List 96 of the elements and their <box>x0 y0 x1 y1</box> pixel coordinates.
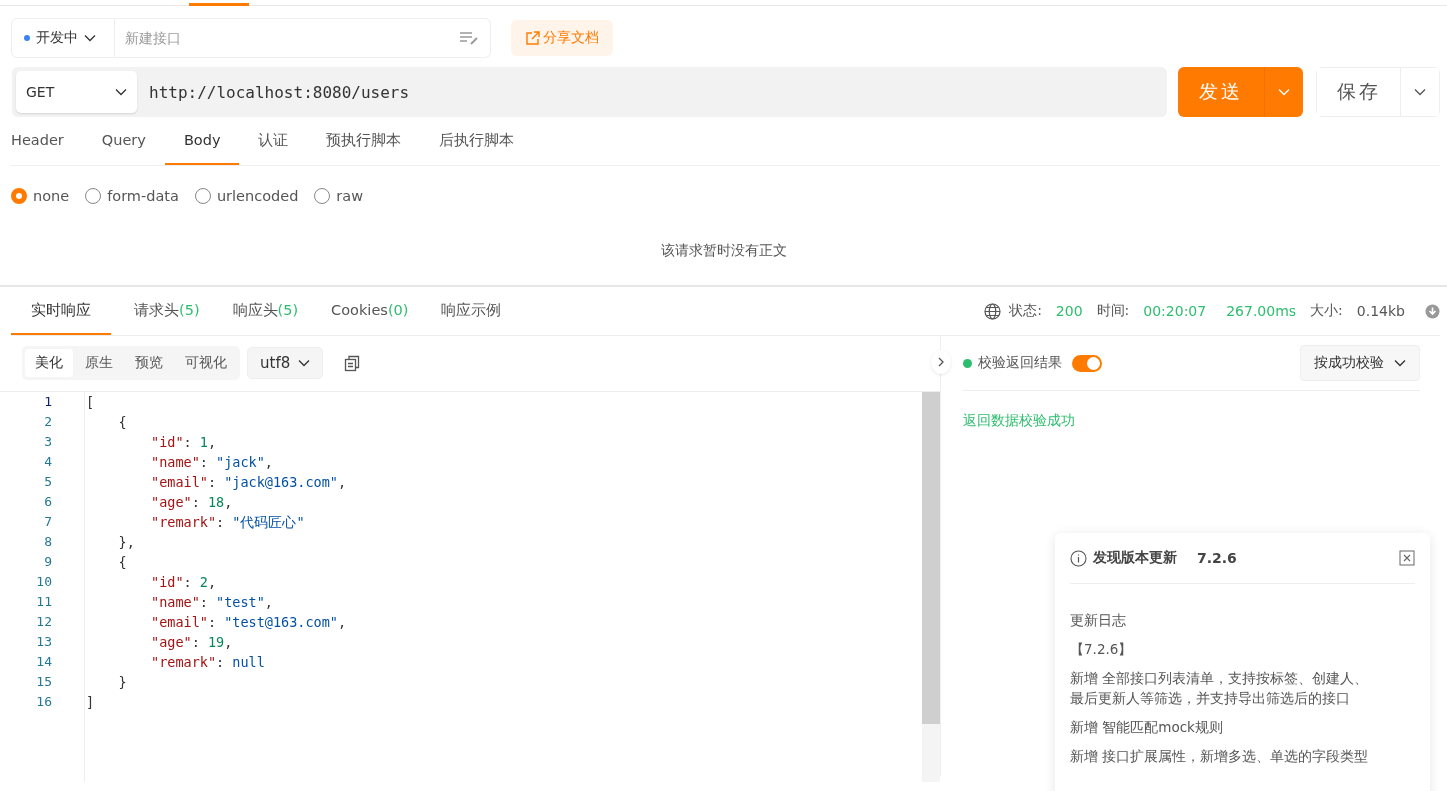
code-line: "email": "jack@163.com", <box>150 473 347 492</box>
code-line: }, <box>117 533 135 552</box>
encoding-select[interactable]: utf8 <box>247 347 324 379</box>
time-label: 时间: <box>1096 302 1130 320</box>
method-select[interactable]: GET <box>16 71 137 113</box>
code-line: "id": 1, <box>150 433 217 452</box>
code-line: "email": "test@163.com", <box>150 613 347 632</box>
notification-title: 发现版本更新 <box>1093 549 1177 567</box>
code-line: } <box>117 673 127 692</box>
validation-toggle[interactable] <box>1072 354 1102 372</box>
line-number: 3 <box>43 433 52 451</box>
code-line: "age": 18, <box>150 493 233 512</box>
api-name-field[interactable]: 新建接口 <box>115 18 491 58</box>
body-type-radio[interactable]: urlencoded <box>194 188 299 204</box>
line-number: 12 <box>35 613 52 631</box>
size-label: 大小: <box>1310 302 1343 320</box>
time-value: 00:20:07 <box>1143 303 1207 319</box>
view-mode-tab[interactable]: 美化 <box>25 349 73 377</box>
view-mode-tab[interactable]: 预览 <box>125 349 173 377</box>
code-line: [ <box>85 393 95 412</box>
caret-icon <box>84 34 96 42</box>
request-tab[interactable]: Body <box>164 117 240 165</box>
share-icon <box>525 30 540 46</box>
changelog-entry: 新增 智能匹配mock规则 <box>1070 718 1224 737</box>
line-number: 14 <box>35 653 52 671</box>
response-tab[interactable]: 实时响应 <box>11 287 111 335</box>
body-type-radio[interactable]: none <box>11 188 70 204</box>
copy-icon[interactable] <box>344 354 361 372</box>
code-line: "name": "jack", <box>150 453 273 472</box>
code-line: { <box>117 413 127 432</box>
line-number: 8 <box>43 533 52 551</box>
line-number: 13 <box>35 633 52 651</box>
response-tab[interactable]: Cookies(0) <box>331 287 432 335</box>
line-number: 16 <box>35 693 52 711</box>
caret-icon <box>1278 88 1290 96</box>
request-tab[interactable]: 后执行脚本 <box>420 117 534 165</box>
code-line: "id": 2, <box>150 573 217 592</box>
code-line: "age": 19, <box>150 633 233 652</box>
code-line: ] <box>85 693 95 712</box>
empty-body-message: 该请求暂时没有正文 <box>660 242 787 260</box>
response-tab[interactable]: 响应头(5) <box>232 287 322 335</box>
changelog-entry: 新增 全部接口列表清单，支持按标签、创建人、最后更新人等筛选，并支持导出筛选后的接口 <box>1070 669 1370 708</box>
save-button[interactable]: 保存 <box>1317 68 1401 116</box>
request-tab[interactable]: 预执行脚本 <box>307 117 421 165</box>
globe-icon <box>984 302 1002 320</box>
response-tab[interactable]: 响应示例 <box>441 287 525 335</box>
request-tab[interactable]: 认证 <box>239 117 308 165</box>
body-type-radio[interactable]: raw <box>314 188 364 204</box>
scrollbar-thumb[interactable] <box>922 392 940 724</box>
close-icon[interactable] <box>1399 550 1415 566</box>
version-number: 7.2.6 <box>1197 550 1237 566</box>
request-tab[interactable]: Query <box>82 117 165 165</box>
request-tab[interactable]: Header <box>11 117 83 165</box>
body-type-radio[interactable]: form-data <box>85 188 179 204</box>
size-value: 0.14kb <box>1356 303 1405 319</box>
line-number: 4 <box>43 453 52 471</box>
code-line: "name": "test", <box>150 593 273 612</box>
response-tab[interactable]: 请求头(5) <box>134 287 223 335</box>
validation-mode-select[interactable]: 按成功校验 <box>1300 345 1420 381</box>
changelog-entry: 【7.2.6】 <box>1070 640 1134 659</box>
active-tab-indicator <box>189 3 249 6</box>
environment-select[interactable]: 开发中 <box>11 18 115 58</box>
caret-icon <box>115 88 127 96</box>
chevron-right-icon <box>938 357 944 367</box>
download-icon[interactable] <box>1425 303 1440 319</box>
validation-result: 返回数据校验成功 <box>963 412 1075 430</box>
edit-notes-icon[interactable] <box>459 31 479 45</box>
caret-icon <box>1394 359 1406 367</box>
line-number: 2 <box>43 413 52 431</box>
line-number: 1 <box>43 393 52 411</box>
url-bar[interactable]: GET http://localhost:8080/users <box>12 67 1167 117</box>
code-line: "remark": "代码匠心" <box>150 513 305 532</box>
view-mode-tab[interactable]: 可视化 <box>175 349 237 377</box>
line-number: 6 <box>43 493 52 511</box>
line-number: 5 <box>43 473 52 491</box>
send-options-button[interactable] <box>1264 67 1303 117</box>
duration-value: 267.00ms <box>1226 303 1297 319</box>
caret-icon <box>298 359 311 367</box>
line-number: 11 <box>35 593 52 611</box>
collapse-handle[interactable] <box>931 350 951 374</box>
status-dot <box>963 358 972 368</box>
validation-label: 校验返回结果 <box>978 354 1062 372</box>
line-number: 10 <box>35 573 52 591</box>
code-line: "remark": null <box>150 653 265 672</box>
code-line: { <box>117 553 127 572</box>
status-code: 200 <box>1055 303 1083 319</box>
line-number: 9 <box>43 553 52 571</box>
changelog-heading: 更新日志 <box>1070 611 1127 630</box>
info-icon <box>1070 549 1087 567</box>
caret-icon <box>1414 88 1426 96</box>
status-label: 状态: <box>1009 302 1042 320</box>
url-text: http://localhost:8080/users <box>149 82 410 102</box>
view-mode-tab[interactable]: 原生 <box>75 349 123 377</box>
changelog-entry: 新增 接口扩展属性，新增多选、单选的字段类型 <box>1070 747 1370 766</box>
line-number: 15 <box>35 673 52 691</box>
line-number: 7 <box>43 513 52 531</box>
